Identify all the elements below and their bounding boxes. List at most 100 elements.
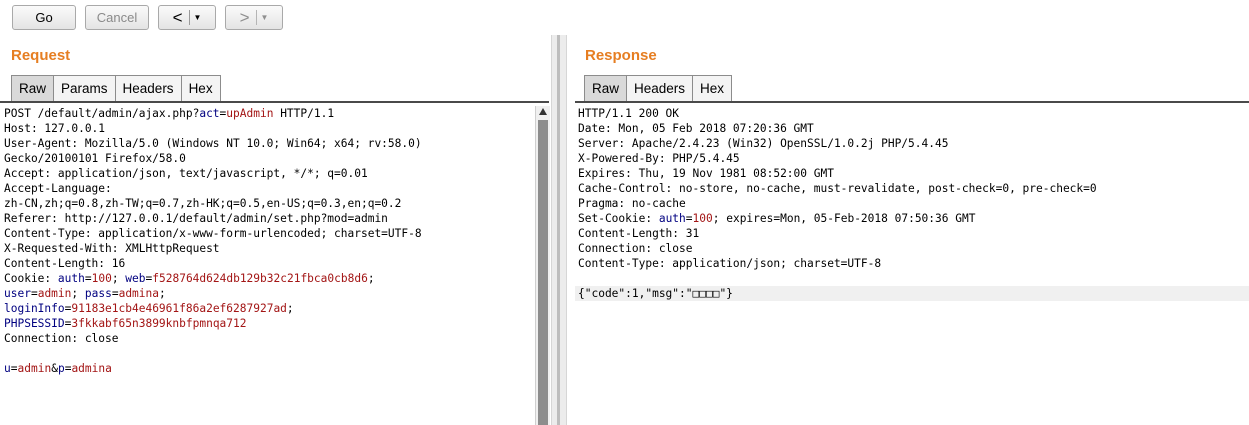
editor-line: zh-CN,zh;q=0.8,zh-TW;q=0.7,zh-HK;q=0.5,e… bbox=[4, 196, 532, 211]
param-name: auth bbox=[658, 212, 686, 225]
param-name: act bbox=[199, 107, 220, 120]
request-editor[interactable]: POST /default/admin/ajax.php?act = upAdmin… bbox=[4, 106, 532, 425]
response-title: Response bbox=[585, 47, 657, 64]
line-text: Server: Apache/2.4.23 (Win32) OpenSSL/1.… bbox=[578, 137, 949, 150]
line-text: User-Agent: Mozilla/5.0 (Windows NT 10.0… bbox=[4, 137, 422, 150]
line-text: X-Powered-By: PHP/5.4.45 bbox=[578, 152, 740, 165]
param-name: pass bbox=[84, 287, 112, 300]
splitter-grip[interactable] bbox=[557, 35, 560, 425]
line-text: zh-CN,zh;q=0.8,zh-TW;q=0.7,zh-HK;q=0.5,e… bbox=[4, 197, 402, 210]
editor-line: u=admin&p=admina bbox=[4, 361, 532, 376]
editor-line: loginInfo=91183e1cb4e46961f86a2ef6287927… bbox=[4, 301, 532, 316]
tab-response-headers[interactable]: Headers bbox=[626, 75, 694, 101]
request-tabs: Raw Params Headers Hex bbox=[11, 75, 221, 101]
line-text: Gecko/20100101 Firefox/58.0 bbox=[4, 152, 186, 165]
editor-line: Content-Type: application/x-www-form-url… bbox=[4, 226, 532, 241]
line-text: Content-Length: 31 bbox=[578, 227, 700, 240]
chevron-down-icon[interactable]: ▼ bbox=[194, 13, 202, 22]
tab-request-params[interactable]: Params bbox=[53, 75, 116, 101]
param-name: PHPSESSID bbox=[4, 317, 65, 330]
param-value: f528764d624db129b32c21fbca0cb8d6 bbox=[152, 272, 368, 285]
editor-line: POST /default/admin/ajax.php?act=upAdmin… bbox=[4, 106, 532, 121]
scrollbar-thumb[interactable] bbox=[538, 120, 548, 425]
editor-line: Date: Mon, 05 Feb 2018 07:20:36 GMT bbox=[575, 121, 1249, 136]
line-text: Date: Mon, 05 Feb 2018 07:20:36 GMT bbox=[578, 122, 814, 135]
line-text: {"code":1,"msg":"□□□□"} bbox=[578, 287, 733, 300]
param-value: admin bbox=[37, 287, 72, 300]
back-arrow-icon: < bbox=[172, 8, 183, 27]
line-text: Connection: close bbox=[578, 242, 693, 255]
line-text: ; bbox=[367, 272, 375, 285]
request-tab-underline bbox=[0, 101, 549, 103]
tab-request-raw[interactable]: Raw bbox=[11, 75, 55, 101]
editor-line: Content-Type: application/json; charset=… bbox=[575, 256, 1249, 271]
line-text: & bbox=[51, 362, 58, 375]
param-value: admina bbox=[118, 287, 159, 300]
param-name: u bbox=[4, 362, 11, 375]
editor-line: Connection: close bbox=[4, 331, 532, 346]
line-text: Host: 127.0.0.1 bbox=[4, 122, 106, 135]
line-text: Cookie: bbox=[4, 272, 58, 285]
line-text: Expires: Thu, 19 Nov 1981 08:52:00 GMT bbox=[578, 167, 834, 180]
line-text: = bbox=[685, 212, 693, 225]
cancel-button-label: Cancel bbox=[96, 10, 138, 25]
editor-line: Referer: http://127.0.0.1/default/admin/… bbox=[4, 211, 532, 226]
editor-line: Connection: close bbox=[575, 241, 1249, 256]
line-text: ; bbox=[111, 272, 126, 285]
line-text: ; bbox=[71, 287, 85, 300]
line-text: Content-Type: application/json; charset=… bbox=[578, 257, 882, 270]
line-text: = bbox=[30, 287, 38, 300]
editor-line: X-Powered-By: PHP/5.4.45 bbox=[575, 151, 1249, 166]
request-scrollbar[interactable] bbox=[535, 106, 550, 425]
chevron-down-icon[interactable]: ▼ bbox=[261, 13, 269, 22]
param-value: 3fkkabf65n3899knbfpmnqa712 bbox=[71, 317, 247, 330]
param-name: p bbox=[57, 362, 65, 375]
editor-line: Content-Length: 16 bbox=[4, 256, 532, 271]
line-text: Connection: close bbox=[4, 332, 119, 345]
line-text: Accept-Language: bbox=[4, 182, 112, 195]
param-value: 100 bbox=[692, 212, 713, 225]
param-value: admina bbox=[71, 362, 112, 375]
line-text: Set-Cookie: bbox=[578, 212, 659, 225]
param-name: loginInfo bbox=[4, 302, 65, 315]
response-tabs: Raw Headers Hex bbox=[584, 75, 733, 101]
editor-line: Expires: Thu, 19 Nov 1981 08:52:00 GMT bbox=[575, 166, 1249, 181]
line-text: HTTP/1.1 200 OK bbox=[578, 107, 680, 120]
response-editor[interactable]: HTTP/1.1 200 OK Date: Mon, 05 Feb 2018 07… bbox=[575, 106, 1249, 425]
back-button[interactable]: < ▼ bbox=[158, 5, 216, 30]
forward-button[interactable]: > ▼ bbox=[225, 5, 283, 30]
line-text: ; bbox=[286, 302, 294, 315]
scroll-up-icon[interactable] bbox=[539, 108, 547, 115]
cancel-button[interactable]: Cancel bbox=[85, 5, 149, 30]
tab-response-raw[interactable]: Raw bbox=[584, 75, 628, 101]
go-button[interactable]: Go bbox=[12, 5, 76, 30]
go-button-label: Go bbox=[35, 10, 53, 25]
line-text: ; expires=Mon, 05-Feb-2018 07:50:36 GMT bbox=[712, 212, 976, 225]
line-text: Cache-Control: no-store, no-cache, must-… bbox=[578, 182, 1097, 195]
editor-line: User-Agent: Mozilla/5.0 (Windows NT 10.0… bbox=[4, 136, 532, 151]
editor-line: Server: Apache/2.4.23 (Win32) OpenSSL/1.… bbox=[575, 136, 1249, 151]
line-text: POST /default/admin/ajax.php? bbox=[4, 107, 200, 120]
param-value: admin bbox=[17, 362, 52, 375]
editor-line: Pragma: no-cache bbox=[575, 196, 1249, 211]
editor-line: Cookie: auth=100; web=f528764d624db129b3… bbox=[4, 271, 532, 286]
param-name: web bbox=[125, 272, 146, 285]
param-name: auth bbox=[57, 272, 85, 285]
line-text: Content-Type: application/x-www-form-url… bbox=[4, 227, 422, 240]
editor-line: user=admin; pass=admina; bbox=[4, 286, 532, 301]
line-text: Accept: application/json, text/javascrip… bbox=[4, 167, 368, 180]
pane-splitter[interactable] bbox=[551, 35, 567, 425]
response-tab-underline bbox=[575, 101, 1249, 103]
editor-line: X-Requested-With: XMLHttpRequest bbox=[4, 241, 532, 256]
editor-line: {"code":1,"msg":"□□□□"} bbox=[575, 286, 1249, 301]
tab-request-headers[interactable]: Headers bbox=[114, 75, 182, 101]
button-separator bbox=[188, 10, 190, 25]
param-value: 91183e1cb4e46961f86a2ef6287927ad bbox=[71, 302, 287, 315]
tab-request-hex[interactable]: Hex bbox=[180, 75, 221, 101]
param-name: user bbox=[4, 287, 31, 300]
editor-line: Accept-Language: bbox=[4, 181, 532, 196]
line-text: = bbox=[10, 362, 18, 375]
line-text: = bbox=[84, 272, 92, 285]
tab-response-hex[interactable]: Hex bbox=[692, 75, 733, 101]
